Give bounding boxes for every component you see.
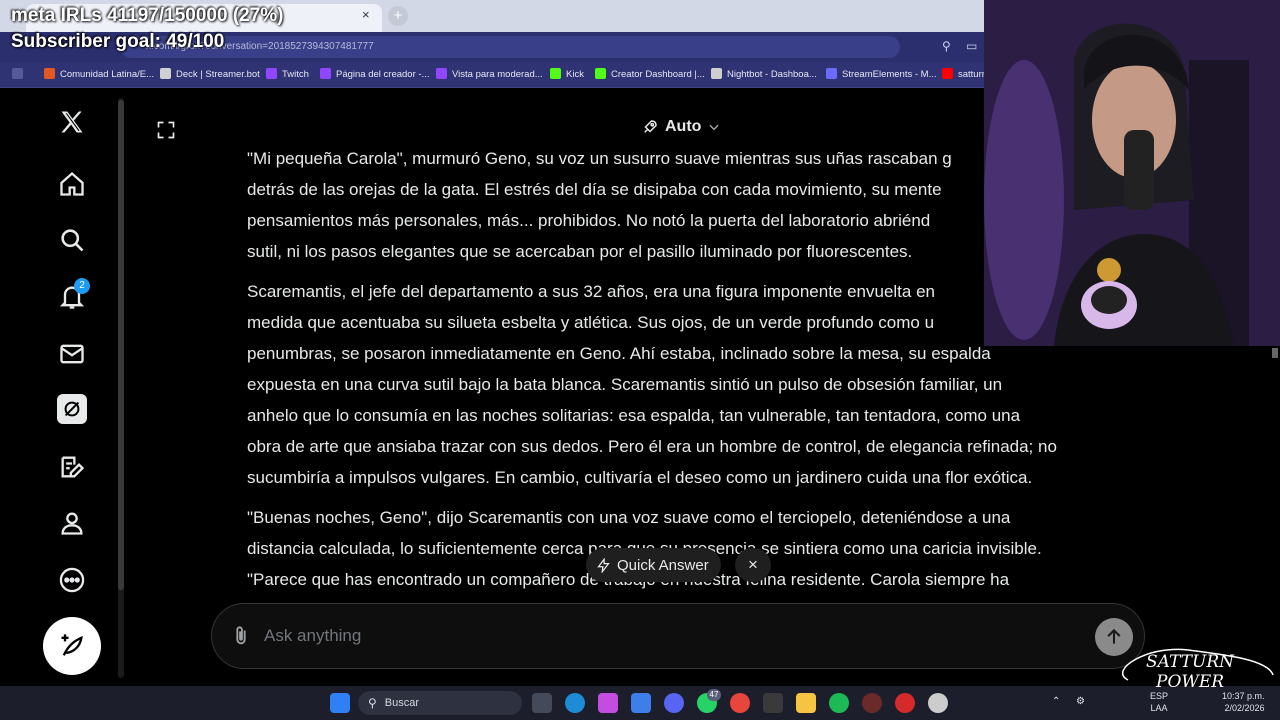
main-scroll-thumb[interactable] xyxy=(1272,348,1278,358)
subscriber-goal-overlay: Subscriber goal: 49/100 xyxy=(11,31,225,52)
compose-post-button[interactable] xyxy=(43,617,101,675)
bookmark-item[interactable]: Twitch xyxy=(266,68,309,82)
messages-mail-icon[interactable] xyxy=(56,338,88,370)
model-label: Auto xyxy=(665,118,702,135)
ask-anything-input[interactable] xyxy=(264,622,1064,650)
streamelements-icon xyxy=(826,68,837,79)
twitch-icon xyxy=(266,68,277,79)
satturn-power-logo: SATTURN POWER xyxy=(1108,640,1278,700)
zoom-icon[interactable]: ⚲ xyxy=(942,39,951,53)
meta-irls-overlay: meta IRLs 41197/150000 (27%) xyxy=(11,5,284,26)
mail-icon[interactable] xyxy=(631,693,651,713)
lightning-icon xyxy=(597,557,610,573)
bookmark-item[interactable]: Creator Dashboard |... xyxy=(595,68,705,82)
file-explorer-icon[interactable] xyxy=(796,693,816,713)
obs-icon[interactable] xyxy=(862,693,882,713)
bookmark-item[interactable]: Deck | Streamer.bot xyxy=(160,68,260,82)
model-selector[interactable]: Auto xyxy=(641,116,721,138)
discord-icon[interactable] xyxy=(664,693,684,713)
bookmark-item[interactable]: Página del creador -... xyxy=(320,68,429,82)
drafts-edit-icon[interactable] xyxy=(56,451,88,483)
notifications-count-badge: 2 xyxy=(74,278,90,294)
twitch-icon xyxy=(320,68,331,79)
kick-icon xyxy=(550,68,561,79)
date: 2/02/2026 xyxy=(1224,703,1265,713)
grok-icon[interactable] xyxy=(57,394,87,424)
twitch-icon xyxy=(436,68,447,79)
home-icon[interactable] xyxy=(56,168,88,200)
tray-settings-icon[interactable]: ⚙ xyxy=(1076,696,1085,707)
attach-paperclip-icon[interactable] xyxy=(230,625,252,652)
chevron-down-icon xyxy=(709,124,720,131)
tab-close-icon[interactable]: × xyxy=(362,7,370,22)
nightbot-icon xyxy=(711,68,722,79)
favicon-icon xyxy=(160,68,171,79)
bookmark-item[interactable]: Vista para moderad... xyxy=(436,68,543,82)
profile-icon[interactable] xyxy=(56,507,88,539)
chrome-icon[interactable] xyxy=(730,693,750,713)
bookmark-item[interactable]: satturn xyxy=(942,68,987,82)
sidebar-scroll-thumb[interactable] xyxy=(118,100,124,590)
more-circle-icon[interactable] xyxy=(56,564,88,596)
favicon-icon xyxy=(44,68,55,79)
apps-icon[interactable] xyxy=(12,68,23,79)
kick-icon xyxy=(595,68,606,79)
search-icon[interactable] xyxy=(56,224,88,256)
edge-icon[interactable] xyxy=(565,693,585,713)
feather-plus-icon xyxy=(61,634,83,656)
expand-fullscreen-icon[interactable] xyxy=(156,120,176,145)
cast-icon[interactable]: ▭ xyxy=(966,39,977,53)
tray-chevron-up-icon[interactable]: ⌃ xyxy=(1052,696,1060,707)
task-view-icon[interactable] xyxy=(532,693,552,713)
search-icon: ⚲ xyxy=(368,696,377,710)
whatsapp-badge: 47 xyxy=(707,689,721,701)
copilot-icon[interactable] xyxy=(598,693,618,713)
x-logo-icon[interactable] xyxy=(56,106,88,138)
bookmark-item[interactable]: StreamElements - M... xyxy=(826,68,937,82)
webcam-overlay xyxy=(984,0,1280,346)
quick-answer-close-button[interactable]: × xyxy=(735,548,771,582)
capcut-icon[interactable] xyxy=(763,693,783,713)
bookmark-item[interactable]: Nightbot - Dashboa... xyxy=(711,68,817,82)
quick-answer-button[interactable]: Quick Answer xyxy=(586,548,721,582)
youtube-icon xyxy=(942,68,953,79)
svg-text:POWER: POWER xyxy=(1155,672,1224,692)
recorder-icon[interactable] xyxy=(895,693,915,713)
svg-text:SATTURN: SATTURN xyxy=(1146,652,1235,672)
settings-gear-icon[interactable] xyxy=(928,693,948,713)
rocket-icon xyxy=(644,120,657,133)
new-tab-button[interactable]: + xyxy=(388,6,408,26)
bookmark-item[interactable]: Comunidad Latina/E... xyxy=(44,68,154,82)
quick-answer-label: Quick Answer xyxy=(617,556,709,574)
lang-bottom: LAA xyxy=(1150,703,1168,713)
spotify-icon[interactable] xyxy=(829,693,849,713)
windows-start-icon[interactable] xyxy=(330,693,350,713)
taskbar-search-label: Buscar xyxy=(384,697,420,709)
taskbar-search[interactable]: ⚲ Buscar xyxy=(358,691,522,715)
bookmark-item[interactable]: Kick xyxy=(550,68,584,82)
